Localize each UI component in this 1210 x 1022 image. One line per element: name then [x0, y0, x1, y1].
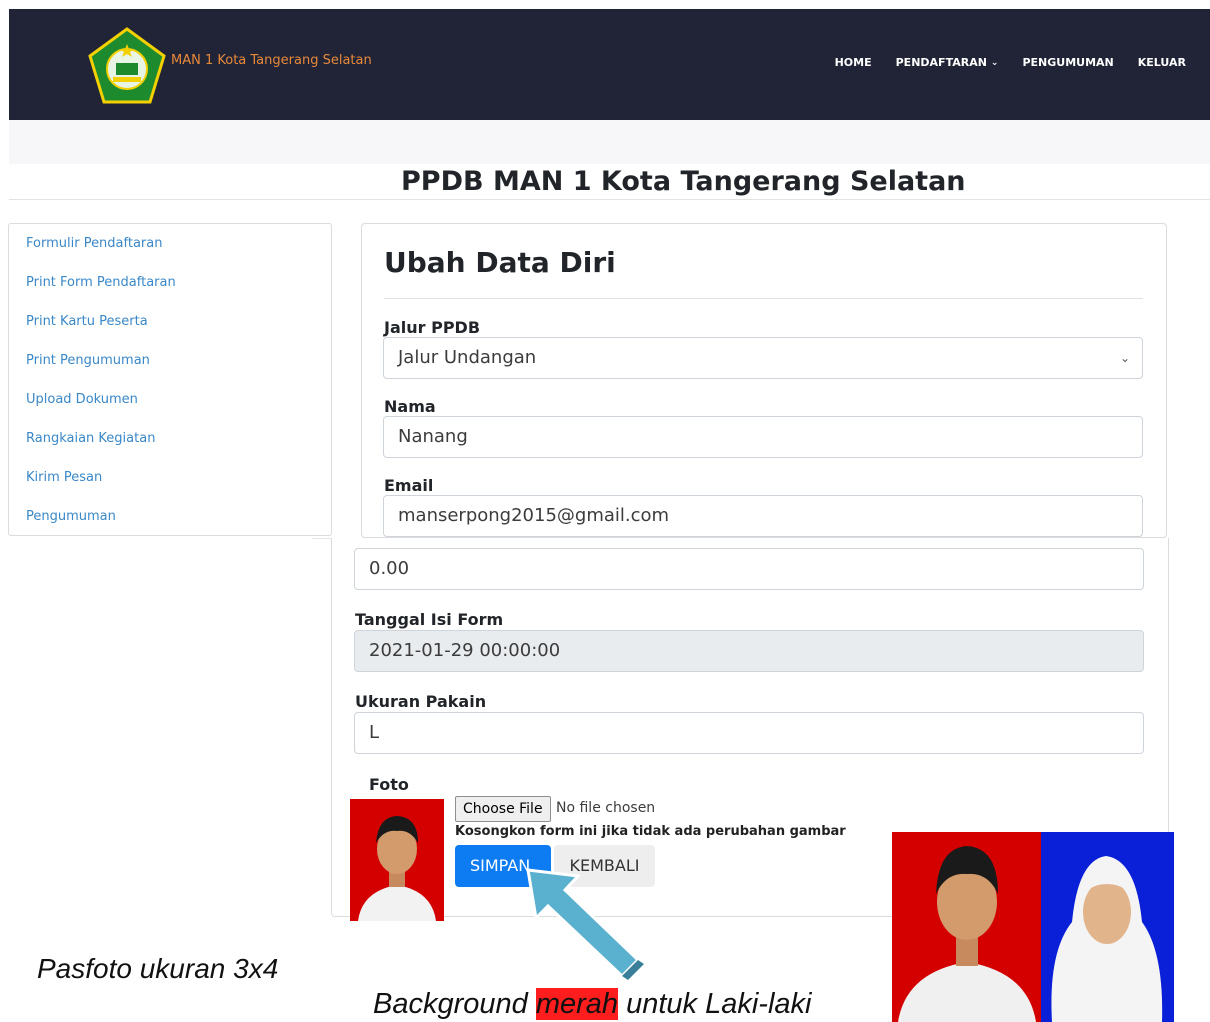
choose-file-button[interactable]: Choose File — [455, 796, 551, 822]
value-field[interactable]: 0.00 — [354, 548, 1144, 590]
sidebar-item-print-form-pendaftaran[interactable]: Print Form Pendaftaran — [26, 271, 331, 310]
nama-field[interactable]: Nanang — [383, 416, 1143, 458]
navbar: MAN 1 Kota Tangerang Selatan HOME PENDAF… — [9, 9, 1210, 120]
sidebar: Formulir Pendaftaran Print Form Pendafta… — [8, 223, 332, 536]
chevron-down-icon: ⌄ — [1119, 351, 1130, 365]
email-field[interactable]: manserpong2015@gmail.com — [383, 495, 1143, 537]
no-file-text: No file chosen — [556, 800, 656, 816]
jalur-label: Jalur PPDB — [384, 318, 481, 337]
nav-keluar[interactable]: KELUAR — [1138, 56, 1186, 69]
caption-bg-highlight: merah — [535, 988, 619, 1020]
tanggal-label: Tanggal Isi Form — [355, 610, 504, 629]
page-title: PPDB MAN 1 Kota Tangerang Selatan — [9, 164, 1210, 200]
nav-pendaftaran[interactable]: PENDAFTARAN ⌄ — [896, 56, 999, 69]
jalur-value: Jalur Undangan — [398, 347, 537, 368]
sidebar-item-formulir-pendaftaran[interactable]: Formulir Pendaftaran — [26, 232, 331, 271]
nav-home[interactable]: HOME — [835, 56, 872, 69]
form-card: Ubah Data Diri — [361, 223, 1167, 538]
sub-header — [9, 120, 1210, 164]
kemenag-logo-icon[interactable] — [87, 27, 167, 107]
chevron-down-icon: ⌄ — [990, 57, 999, 68]
caption-bg-prefix: Background — [373, 988, 536, 1020]
form-title: Ubah Data Diri — [384, 246, 616, 279]
email-label: Email — [384, 476, 434, 495]
caption-photo-size: Pasfoto ukuran 3x4 — [37, 953, 279, 984]
caption-background: Background merah untuk Laki-laki — [373, 988, 811, 1021]
student-photo-thumbnail — [350, 799, 444, 921]
example-photos — [892, 832, 1174, 1022]
jalur-select[interactable]: Jalur Undangan ⌄ — [383, 337, 1143, 379]
sidebar-item-print-pengumuman[interactable]: Print Pengumuman — [26, 349, 331, 388]
foto-label: Foto — [369, 775, 409, 794]
ukuran-label: Ukuran Pakain — [355, 692, 487, 711]
sidebar-item-kirim-pesan[interactable]: Kirim Pesan — [26, 466, 331, 505]
form-divider — [384, 298, 1143, 299]
photo-hint: Kosongkon form ini jika tidak ada peruba… — [455, 824, 846, 839]
sidebar-item-upload-dokumen[interactable]: Upload Dokumen — [26, 388, 331, 427]
arrow-up-left-icon — [526, 868, 644, 980]
nav-pendaftaran-label: PENDAFTARAN — [895, 56, 987, 69]
ukuran-field[interactable]: L — [354, 712, 1144, 754]
nama-label: Nama — [384, 397, 436, 416]
sidebar-item-pengumuman[interactable]: Pengumuman — [26, 505, 331, 544]
caption-bg-suffix: untuk Laki-laki — [618, 988, 812, 1020]
brand-name[interactable]: MAN 1 Kota Tangerang Selatan — [171, 53, 372, 68]
female-photo-example — [1041, 832, 1174, 1022]
nav-pengumuman[interactable]: PENGUMUMAN — [1022, 56, 1113, 69]
male-photo-example — [892, 832, 1041, 1022]
tanggal-field: 2021-01-29 00:00:00 — [354, 630, 1144, 672]
sidebar-item-rangkaian-kegiatan[interactable]: Rangkaian Kegiatan — [26, 427, 331, 466]
sidebar-item-print-kartu-peserta[interactable]: Print Kartu Peserta — [26, 310, 331, 349]
main-nav: HOME PENDAFTARAN ⌄ PENGUMUMAN KELUAR — [835, 56, 1186, 69]
